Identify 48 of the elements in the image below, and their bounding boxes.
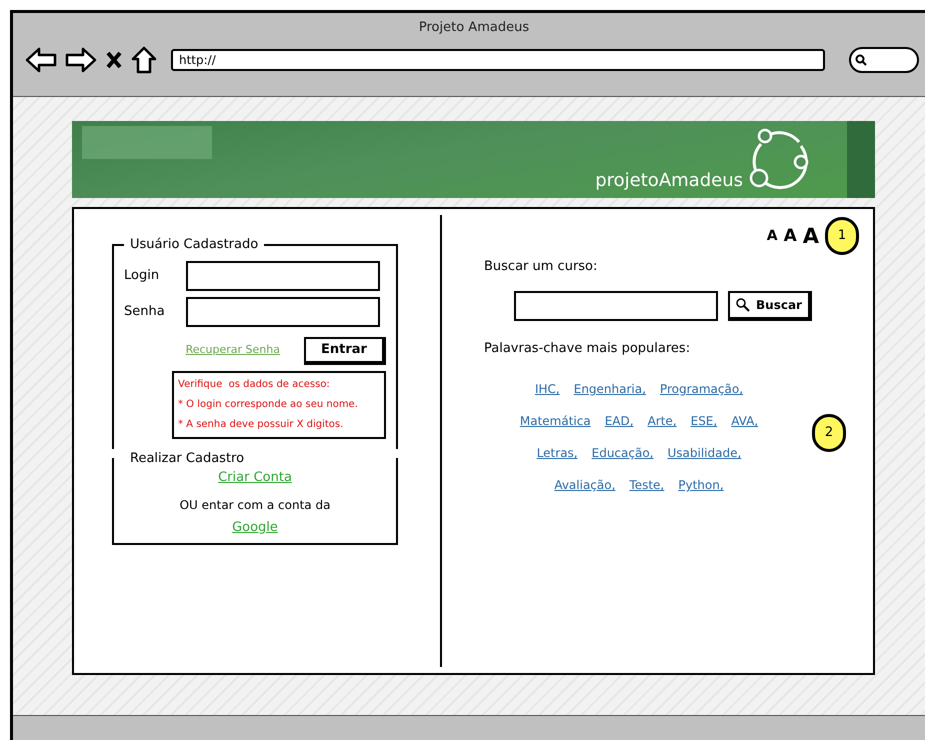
window-title: Projeto Amadeus xyxy=(418,19,530,37)
error-message: Verifique os dados de acesso: xyxy=(178,378,331,392)
text-input[interactable] xyxy=(186,260,380,290)
keyword-link[interactable]: IHC, xyxy=(534,380,560,398)
search-label: Buscar um curso: xyxy=(484,258,598,276)
back-icon[interactable] xyxy=(25,46,57,72)
font-size-button[interactable]: A xyxy=(766,229,778,243)
font-size-button[interactable]: A xyxy=(802,226,819,246)
keyword-link[interactable]: Letras, xyxy=(536,444,578,462)
keyword-link[interactable]: Engenharia, xyxy=(574,380,646,398)
keyword-link[interactable]: Teste, xyxy=(629,476,664,494)
keyword-link[interactable]: Matemática xyxy=(520,412,591,430)
group-legend: Usuário Cadastrado xyxy=(124,235,264,254)
callout-marker: 1 xyxy=(825,217,859,255)
search-button[interactable]: Buscar xyxy=(728,290,812,320)
address-field[interactable]: http:// xyxy=(171,48,825,70)
alternative-text: OU entar com a conta da xyxy=(180,496,330,514)
keyword-link[interactable]: Programação, xyxy=(660,380,744,398)
error-message: * O login corresponde ao seu nome. xyxy=(178,398,359,412)
font-size-button[interactable]: A xyxy=(784,228,797,244)
callout-marker: 2 xyxy=(812,414,846,452)
error-message: * A senha deve possuir X digitos. xyxy=(178,418,344,432)
keyword-link[interactable]: ESE, xyxy=(690,412,718,430)
logo-icon xyxy=(749,126,811,192)
keyword-link[interactable]: Educação, xyxy=(592,444,654,462)
keyword-link[interactable]: Usabilidade, xyxy=(668,444,742,462)
search-icon xyxy=(855,54,867,66)
google-link[interactable]: Google xyxy=(232,518,278,537)
field-label: Login xyxy=(124,266,160,285)
keywords-title: Palavras-chave mais populares: xyxy=(484,340,692,358)
home-icon[interactable] xyxy=(131,46,157,74)
recover-password-link[interactable]: Recuperar Senha xyxy=(186,342,280,359)
group-legend: Realizar Cadastro xyxy=(124,448,250,468)
login-button[interactable]: Entrar xyxy=(304,336,386,364)
search-field[interactable] xyxy=(849,46,919,72)
keyword-link[interactable]: Arte, xyxy=(648,412,677,430)
create-account-link[interactable]: Criar Conta xyxy=(218,468,292,488)
text-input[interactable] xyxy=(186,296,380,326)
keyword-link[interactable]: Python, xyxy=(678,476,724,494)
keyword-link[interactable]: EAD, xyxy=(604,412,634,430)
field-label: Senha xyxy=(124,302,166,321)
logo-text: projetoAmadeus xyxy=(595,172,743,190)
forward-icon[interactable] xyxy=(65,46,97,72)
search-icon xyxy=(736,298,750,312)
keyword-link[interactable]: AVA, xyxy=(731,412,758,430)
close-icon[interactable] xyxy=(105,50,123,70)
course-search-input[interactable] xyxy=(514,290,718,320)
keyword-link[interactable]: Avaliação, xyxy=(554,476,616,494)
